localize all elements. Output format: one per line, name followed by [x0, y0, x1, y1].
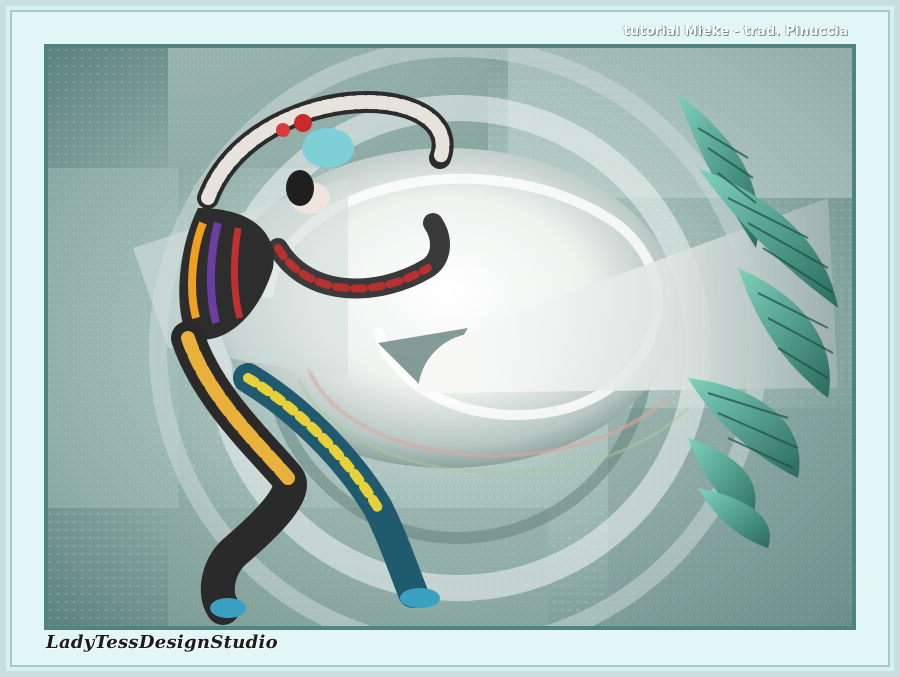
left-shoe	[210, 598, 246, 618]
artwork-canvas	[44, 44, 856, 630]
artist-signature: LadyTessDesignStudio	[46, 632, 278, 653]
right-shoe	[400, 588, 440, 608]
artwork-illustration	[48, 48, 852, 626]
tutorial-credit: tutorial Mieke - trad. Pinuccia	[623, 24, 848, 39]
turban	[302, 128, 354, 168]
